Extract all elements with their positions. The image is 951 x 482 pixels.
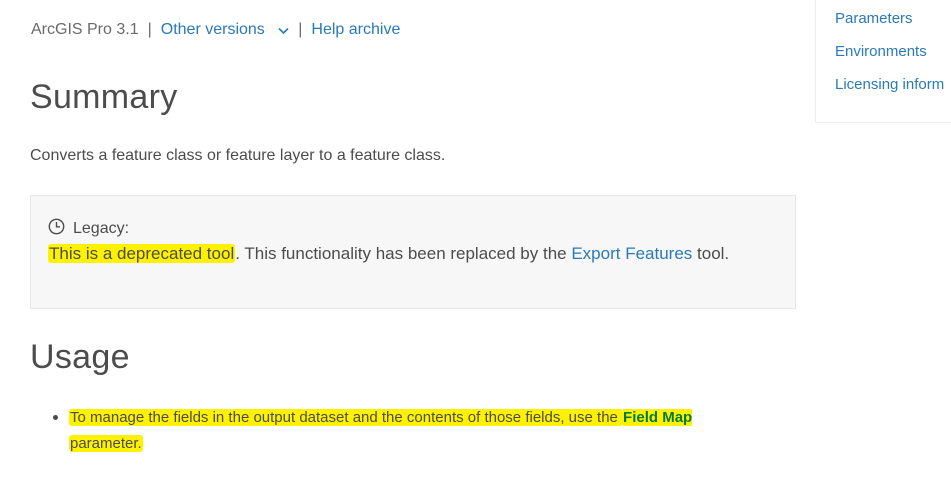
export-features-link[interactable]: Export Features: [571, 244, 692, 263]
clock-icon: [48, 218, 65, 240]
legacy-text: . This functionality has been replaced b…: [235, 244, 572, 263]
legacy-header: Legacy:: [48, 218, 129, 240]
toc-item-parameters[interactable]: Parameters: [835, 10, 913, 27]
list-item: To manage the fields in the output datas…: [50, 405, 770, 457]
legacy-message: This is a deprecated tool. This function…: [48, 244, 729, 264]
toc-item-environments[interactable]: Environments: [835, 43, 927, 60]
toc-item-licensing[interactable]: Licensing inform: [835, 76, 944, 93]
other-versions-label: Other versions: [160, 21, 265, 38]
help-archive-link[interactable]: Help archive: [311, 21, 400, 39]
legacy-label: Legacy:: [73, 220, 130, 237]
usage-list: To manage the fields in the output datas…: [50, 405, 770, 457]
chevron-down-icon: [278, 22, 289, 40]
summary-heading: Summary: [30, 78, 178, 116]
summary-text: Converts a feature class or feature laye…: [30, 147, 446, 164]
field-map-param-link[interactable]: Field Map: [623, 409, 693, 426]
version-bar: ArcGIS Pro 3.1 | Other versions | Help a…: [31, 21, 400, 39]
other-versions-link[interactable]: Other versions: [161, 21, 290, 39]
separator: |: [147, 21, 152, 38]
separator: |: [298, 21, 303, 38]
highlighted-text: To manage the fields in the output datas…: [69, 409, 624, 426]
legacy-notice: Legacy: This is a deprecated tool. This …: [30, 195, 796, 309]
highlighted-text-tail: parameter.: [69, 435, 143, 452]
product-version: ArcGIS Pro 3.1: [31, 21, 139, 38]
legacy-text-end: tool.: [692, 244, 730, 263]
table-of-contents: Parameters Environments Licensing inform: [815, 0, 951, 123]
usage-heading: Usage: [30, 338, 130, 376]
highlighted-text: This is a deprecated tool: [48, 244, 236, 263]
